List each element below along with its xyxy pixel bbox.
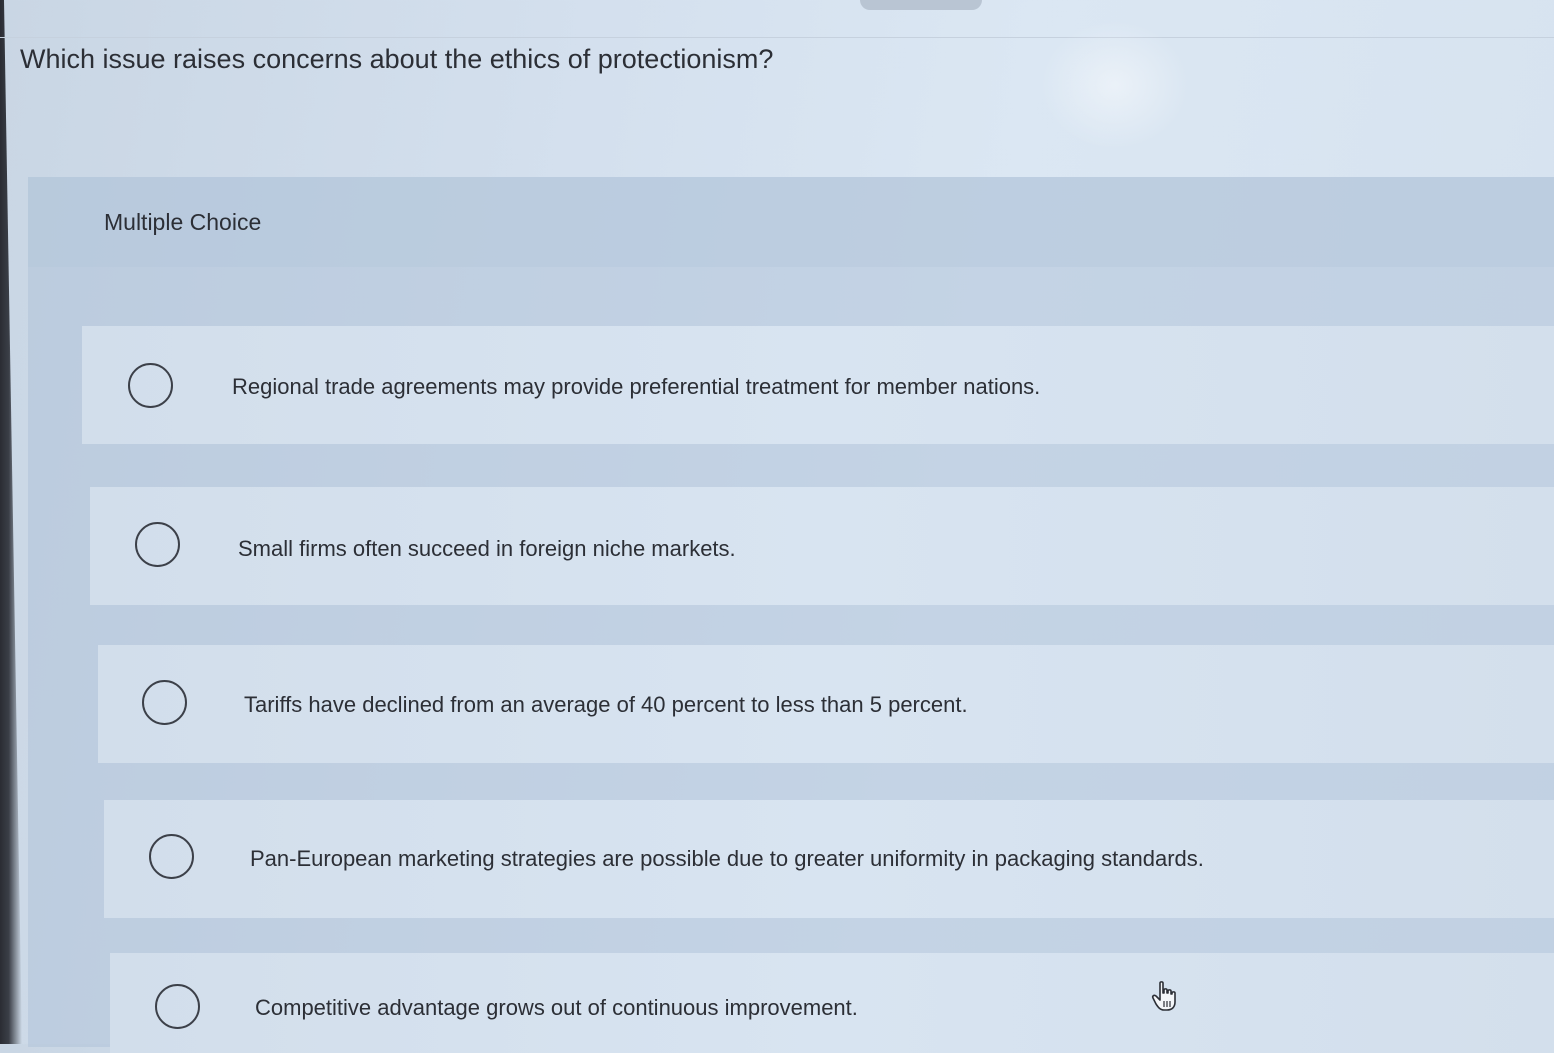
option-4[interactable]: Pan-European marketing strategies are po…	[104, 800, 1554, 918]
option-5[interactable]: Competitive advantage grows out of conti…	[110, 953, 1554, 1053]
option-3[interactable]: Tariffs have declined from an average of…	[98, 645, 1554, 763]
option-label: Regional trade agreements may provide pr…	[232, 374, 1041, 399]
option-label: Pan-European marketing strategies are po…	[250, 846, 1204, 871]
radio-button-icon[interactable]	[128, 363, 173, 408]
screen-bezel	[0, 0, 22, 1044]
radio-button-icon[interactable]	[135, 522, 180, 567]
panel-header: Multiple Choice	[28, 177, 1554, 267]
option-label: Competitive advantage grows out of conti…	[255, 995, 858, 1020]
multiple-choice-label: Multiple Choice	[104, 209, 262, 235]
question-text: Which issue raises concerns about the et…	[20, 44, 774, 74]
option-1[interactable]: Regional trade agreements may provide pr…	[82, 326, 1554, 444]
header-divider	[0, 37, 1554, 38]
option-label: Small firms often succeed in foreign nic…	[238, 536, 736, 561]
radio-button-icon[interactable]	[155, 984, 200, 1029]
radio-button-icon[interactable]	[142, 680, 187, 725]
screen-glare	[1040, 20, 1190, 150]
option-2[interactable]: Small firms often succeed in foreign nic…	[90, 487, 1554, 605]
top-tab	[860, 0, 982, 10]
radio-button-icon[interactable]	[149, 834, 194, 879]
hand-pointer-icon	[1151, 981, 1176, 1011]
option-label: Tariffs have declined from an average of…	[244, 692, 968, 717]
